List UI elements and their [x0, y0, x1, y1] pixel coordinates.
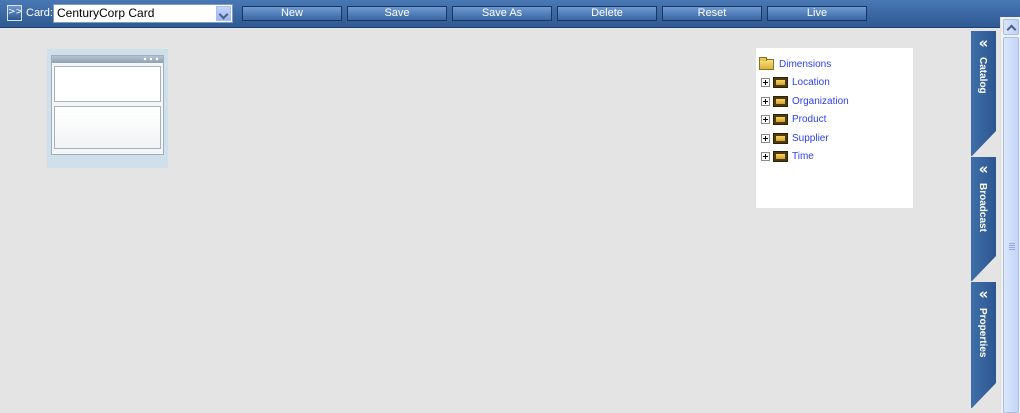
tab-broadcast-label: Broadcast [977, 183, 988, 232]
folder-open-icon [759, 57, 774, 70]
thumbnail-titlebar [52, 56, 163, 63]
tab-corner [971, 383, 996, 409]
tab-catalog-label: Catalog [977, 57, 988, 94]
thumbnail-bottom-pane [54, 106, 161, 149]
tab-corner [971, 131, 996, 157]
double-chevron-left-icon[interactable]: « [971, 161, 996, 177]
card-label: Card: [26, 7, 53, 19]
dimensions-tree: Dimensions Location Organization Product… [756, 48, 913, 208]
dimension-icon [773, 133, 788, 144]
plus-box-icon[interactable] [761, 152, 770, 161]
save-as-button[interactable]: Save As [452, 6, 552, 21]
tab-catalog[interactable]: « Catalog [971, 31, 996, 157]
expand-icon[interactable]: >> [7, 5, 23, 21]
tree-item-label[interactable]: Organization [792, 95, 849, 109]
plus-box-icon[interactable] [761, 78, 770, 87]
reset-button[interactable]: Reset [662, 6, 762, 21]
thumbnail-window [51, 55, 164, 155]
double-chevron-left-icon[interactable]: « [971, 286, 996, 302]
plus-box-icon[interactable] [761, 134, 770, 143]
card-select-value: CenturyCorp Card [57, 6, 155, 20]
tree-item-label[interactable]: Product [792, 113, 826, 127]
scroll-up-icon[interactable] [1003, 19, 1019, 35]
dimension-icon [773, 114, 788, 125]
card-select[interactable]: CenturyCorp Card [53, 4, 233, 23]
window-controls-icon [142, 57, 160, 61]
tree-item-label[interactable]: Location [792, 76, 830, 90]
double-chevron-left-icon[interactable]: « [971, 35, 996, 51]
live-button[interactable]: Live [767, 6, 867, 21]
tree-root-label[interactable]: Dimensions [779, 58, 831, 72]
thumbnail-top-pane [54, 66, 161, 102]
tab-properties[interactable]: « Properties [971, 282, 996, 409]
dimension-icon [773, 77, 788, 88]
tab-corner [971, 256, 996, 282]
card-toolbar: >> Card: CenturyCorp Card New Save Save … [0, 0, 1020, 28]
grip-icon [1009, 243, 1015, 250]
dimension-icon [773, 96, 788, 107]
new-button[interactable]: New [242, 6, 342, 21]
tab-properties-label: Properties [977, 308, 988, 358]
tree-item-label[interactable]: Supplier [792, 132, 829, 146]
dimension-icon [773, 151, 788, 162]
scrollbar-thumb[interactable] [1003, 37, 1019, 413]
delete-button[interactable]: Delete [557, 6, 657, 21]
card-thumbnail[interactable] [47, 49, 168, 168]
plus-box-icon[interactable] [761, 97, 770, 106]
plus-box-icon[interactable] [761, 115, 770, 124]
vertical-scrollbar[interactable] [1000, 17, 1020, 413]
tree-item-label[interactable]: Time [792, 150, 814, 164]
save-button[interactable]: Save [347, 6, 447, 21]
chevron-down-icon[interactable] [216, 6, 231, 21]
tab-broadcast[interactable]: « Broadcast [971, 157, 996, 282]
